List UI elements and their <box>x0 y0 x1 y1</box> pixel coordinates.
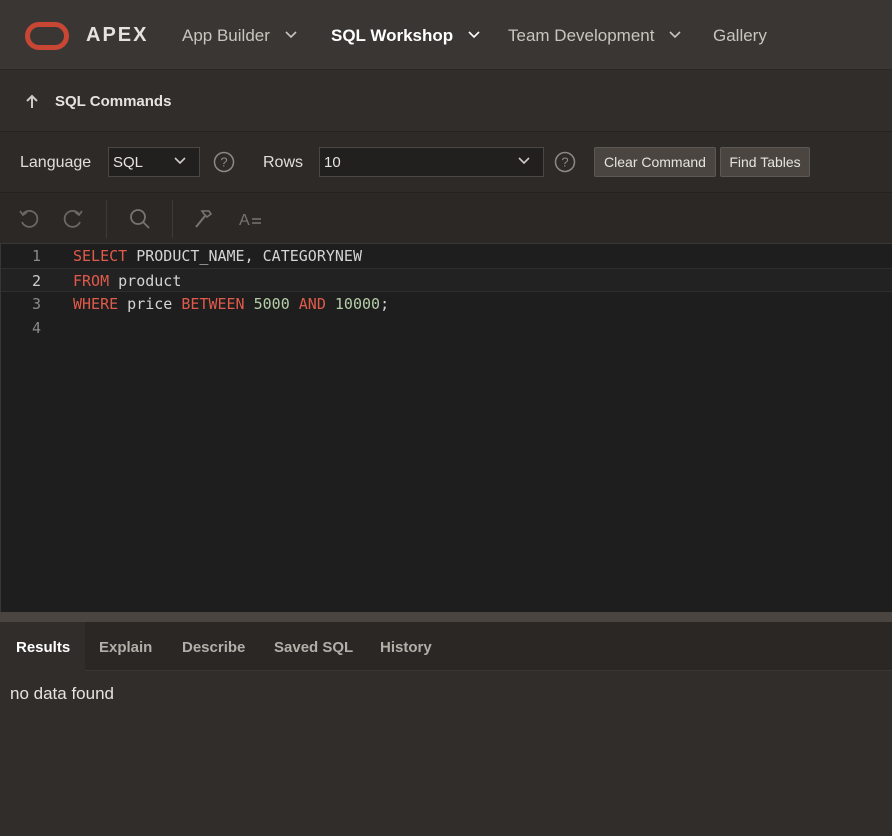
chevron-down-icon <box>669 31 681 39</box>
svg-text:A: A <box>239 212 250 229</box>
clear-command-button[interactable]: Clear Command <box>594 147 716 177</box>
pane-splitter[interactable] <box>0 612 892 622</box>
sql-keyword: AND <box>298 295 326 313</box>
redo-icon[interactable] <box>61 207 85 231</box>
nav-app-builder-label: App Builder <box>182 26 270 45</box>
rows-select-value: 10 <box>324 154 341 171</box>
text-format-icon[interactable]: A <box>238 207 264 231</box>
hammer-icon[interactable] <box>193 207 217 231</box>
sql-editor[interactable]: 1 SELECT PRODUCT_NAME, CATEGORYNEW 2 FRO… <box>0 244 892 612</box>
nav-team-development-label: Team Development <box>508 26 655 45</box>
sql-text: product <box>109 272 182 290</box>
code-text[interactable]: FROM product <box>73 272 181 290</box>
tab-explain[interactable]: Explain <box>99 622 152 671</box>
oracle-logo-icon[interactable] <box>25 22 69 50</box>
code-text[interactable]: SELECT PRODUCT_NAME, CATEGORYNEW <box>73 247 362 265</box>
help-icon[interactable]: ? <box>213 151 235 173</box>
code-line[interactable]: 2 FROM product <box>1 268 892 292</box>
tab-results[interactable]: Results <box>0 622 86 671</box>
nav-sql-workshop[interactable]: SQL Workshop <box>331 26 480 46</box>
tab-describe[interactable]: Describe <box>182 622 245 671</box>
apex-brand[interactable]: APEX <box>86 24 148 47</box>
sql-keyword: SELECT <box>73 247 128 265</box>
code-line[interactable]: 4 <box>1 316 892 340</box>
toolbar-divider <box>106 200 107 238</box>
search-icon[interactable] <box>128 207 152 231</box>
sql-keyword: BETWEEN <box>181 295 245 313</box>
sql-text: PRODUCT_NAME, CATEGORYNEW <box>127 247 362 265</box>
language-select-value: SQL <box>113 154 144 171</box>
toolbar-divider <box>172 200 173 238</box>
page-title: SQL Commands <box>55 93 172 110</box>
chevron-down-icon <box>468 31 480 39</box>
rows-select[interactable]: 10 <box>319 147 544 177</box>
nav-app-builder[interactable]: App Builder <box>182 26 297 46</box>
nav-gallery[interactable]: Gallery <box>713 26 767 46</box>
svg-text:?: ? <box>220 155 227 170</box>
tab-history[interactable]: History <box>380 622 432 671</box>
sql-number: 10000 <box>334 295 381 313</box>
line-number: 4 <box>31 319 41 337</box>
sql-text: ; <box>380 295 390 313</box>
chevron-down-icon <box>518 157 530 165</box>
results-message: no data found <box>10 684 114 703</box>
sql-text: price <box>118 295 182 313</box>
language-select[interactable]: SQL <box>108 147 200 177</box>
sql-number: 5000 <box>253 295 290 313</box>
line-number: 2 <box>31 272 41 290</box>
tab-saved-sql[interactable]: Saved SQL <box>274 622 353 671</box>
code-text[interactable]: WHERE price BETWEEN 5000 AND 10000; <box>73 295 389 313</box>
line-number: 1 <box>31 247 41 265</box>
svg-text:?: ? <box>561 155 568 170</box>
chevron-down-icon <box>174 157 186 165</box>
rows-label: Rows <box>263 154 304 171</box>
arrow-up-icon[interactable] <box>24 93 40 109</box>
sql-keyword: WHERE <box>73 295 119 313</box>
nav-sql-workshop-label: SQL Workshop <box>331 26 454 45</box>
nav-team-development[interactable]: Team Development <box>508 26 681 46</box>
language-label: Language <box>20 154 92 171</box>
chevron-down-icon <box>285 31 297 39</box>
sql-keyword: FROM <box>73 272 110 290</box>
find-tables-button[interactable]: Find Tables <box>720 147 810 177</box>
undo-icon[interactable] <box>17 207 41 231</box>
code-line[interactable]: 3 WHERE price BETWEEN 5000 AND 10000; <box>1 292 892 316</box>
line-number: 3 <box>31 295 41 313</box>
help-icon[interactable]: ? <box>554 151 576 173</box>
code-line[interactable]: 1 SELECT PRODUCT_NAME, CATEGORYNEW <box>1 244 892 268</box>
